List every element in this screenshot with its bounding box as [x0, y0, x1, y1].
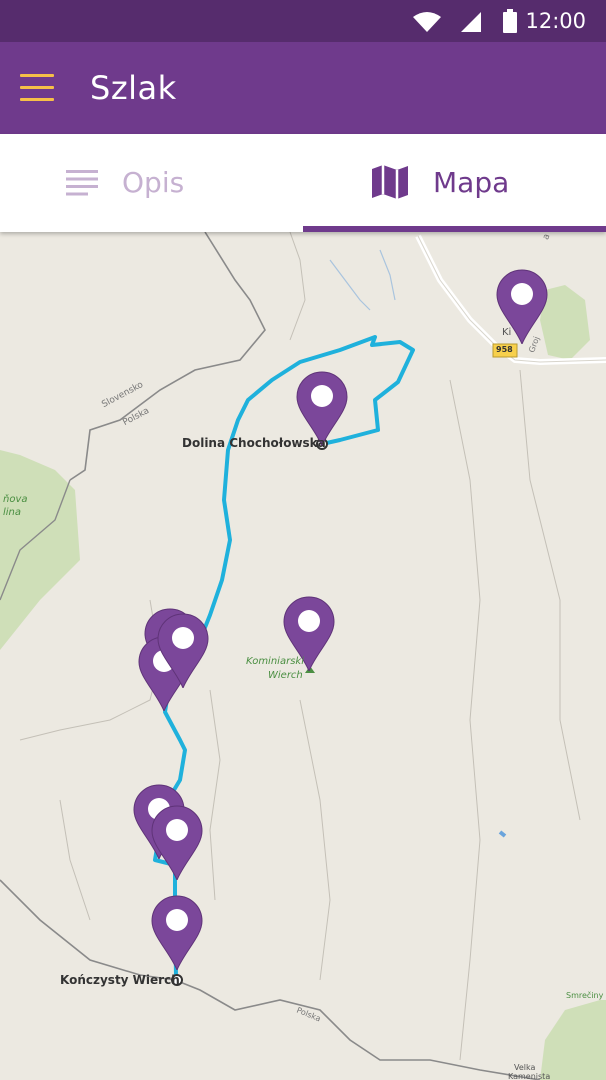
page-title: Szlak [90, 69, 177, 107]
place-label-kamenista: Kamenista [508, 1072, 551, 1080]
map-view[interactable]: Dolina Chochołowska Kończysty Wierch Kom… [0, 232, 606, 1080]
place-label-kominiarski-wierch: Wierch [268, 670, 303, 681]
map-icon [372, 165, 408, 199]
map-pin-marker[interactable] [150, 894, 204, 970]
tab-mapa[interactable]: Mapa [303, 134, 606, 232]
tab-opis[interactable]: Opis [0, 134, 303, 232]
tab-mapa-label: Mapa [433, 166, 510, 199]
tab-bar: Opis Mapa [0, 134, 606, 232]
map-pin-marker[interactable] [295, 370, 349, 446]
battery-icon [503, 9, 517, 33]
clock: 12:00 [525, 9, 586, 33]
place-label-kir: Ki [502, 327, 512, 338]
signal-icon [461, 12, 481, 32]
tab-opis-label: Opis [122, 166, 185, 199]
wifi-icon [413, 12, 441, 32]
status-bar: 12:00 [0, 0, 606, 42]
place-label-velka: Velka [514, 1063, 536, 1072]
place-label-chocholow-2: lina [3, 507, 22, 518]
list-icon [66, 170, 98, 196]
place-label-konczysty: Kończysty Wierch [60, 973, 180, 987]
tab-indicator [303, 226, 606, 232]
place-label-dolina: Dolina Chochołowska [182, 436, 326, 450]
menu-icon[interactable] [20, 74, 54, 102]
app-bar: Szlak [0, 42, 606, 134]
map-pin-marker[interactable] [156, 612, 210, 688]
place-label-chocholow: ňova [3, 494, 28, 505]
place-label-smreciny: Smrečiny [566, 991, 604, 1000]
road-badge: 958 [496, 345, 513, 354]
place-label-kominiarski: Kominiarski [246, 656, 304, 667]
map-pin-marker[interactable] [150, 804, 204, 880]
